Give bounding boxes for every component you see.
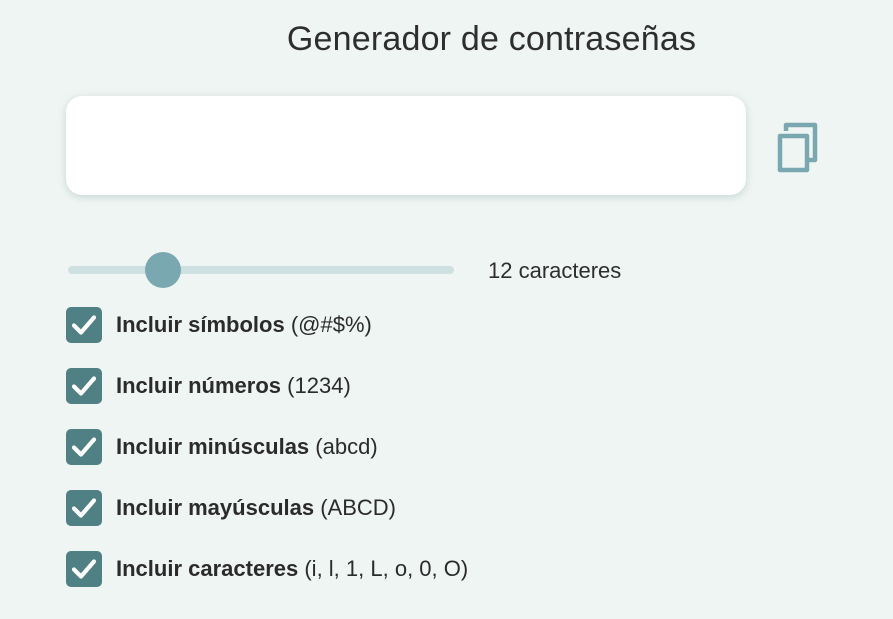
option-example: (i, l, 1, L, o, 0, O) <box>304 556 469 581</box>
option-example: (@#$%) <box>290 312 372 337</box>
option-text: Incluir números (1234) <box>116 373 351 399</box>
option-label: Incluir minúsculas <box>116 434 310 459</box>
checkmark-icon <box>71 437 97 457</box>
checkbox[interactable] <box>66 368 102 404</box>
checkbox[interactable] <box>66 551 102 587</box>
length-slider[interactable] <box>66 252 456 288</box>
checkmark-icon <box>71 376 97 396</box>
option-text: Incluir mayúsculas (ABCD) <box>116 495 396 521</box>
option-example: (1234) <box>287 373 351 398</box>
password-output[interactable] <box>66 96 746 195</box>
option-label: Incluir números <box>116 373 282 398</box>
option-text: Incluir caracteres (i, l, 1, L, o, 0, O) <box>116 556 468 582</box>
option-item[interactable]: Incluir minúsculas (abcd) <box>66 429 468 465</box>
option-item[interactable]: Incluir símbolos (@#$%) <box>66 307 468 343</box>
slider-track[interactable] <box>68 266 454 274</box>
checkbox[interactable] <box>66 429 102 465</box>
checkmark-icon <box>71 498 97 518</box>
option-example: (abcd) <box>315 434 378 459</box>
options-list: Incluir símbolos (@#$%) Incluir números (… <box>66 307 468 612</box>
option-item[interactable]: Incluir números (1234) <box>66 368 468 404</box>
slider-thumb[interactable] <box>144 252 181 288</box>
checkbox[interactable] <box>66 490 102 526</box>
option-example: (ABCD) <box>320 495 396 520</box>
option-text: Incluir minúsculas (abcd) <box>116 434 378 460</box>
checkmark-icon <box>71 315 97 335</box>
checkmark-icon <box>71 559 97 579</box>
length-label: 12 caracteres <box>488 258 622 283</box>
option-text: Incluir símbolos (@#$%) <box>116 312 372 338</box>
option-label: Incluir caracteres <box>116 556 299 581</box>
checkbox[interactable] <box>66 307 102 343</box>
copy-icon <box>777 122 818 173</box>
option-label: Incluir símbolos <box>116 312 285 337</box>
page-title: Generador de contraseñas <box>286 20 697 58</box>
option-item[interactable]: Incluir mayúsculas (ABCD) <box>66 490 468 526</box>
option-item[interactable]: Incluir caracteres (i, l, 1, L, o, 0, O) <box>66 551 468 587</box>
copy-button[interactable] <box>772 120 824 176</box>
option-label: Incluir mayúsculas <box>116 495 315 520</box>
